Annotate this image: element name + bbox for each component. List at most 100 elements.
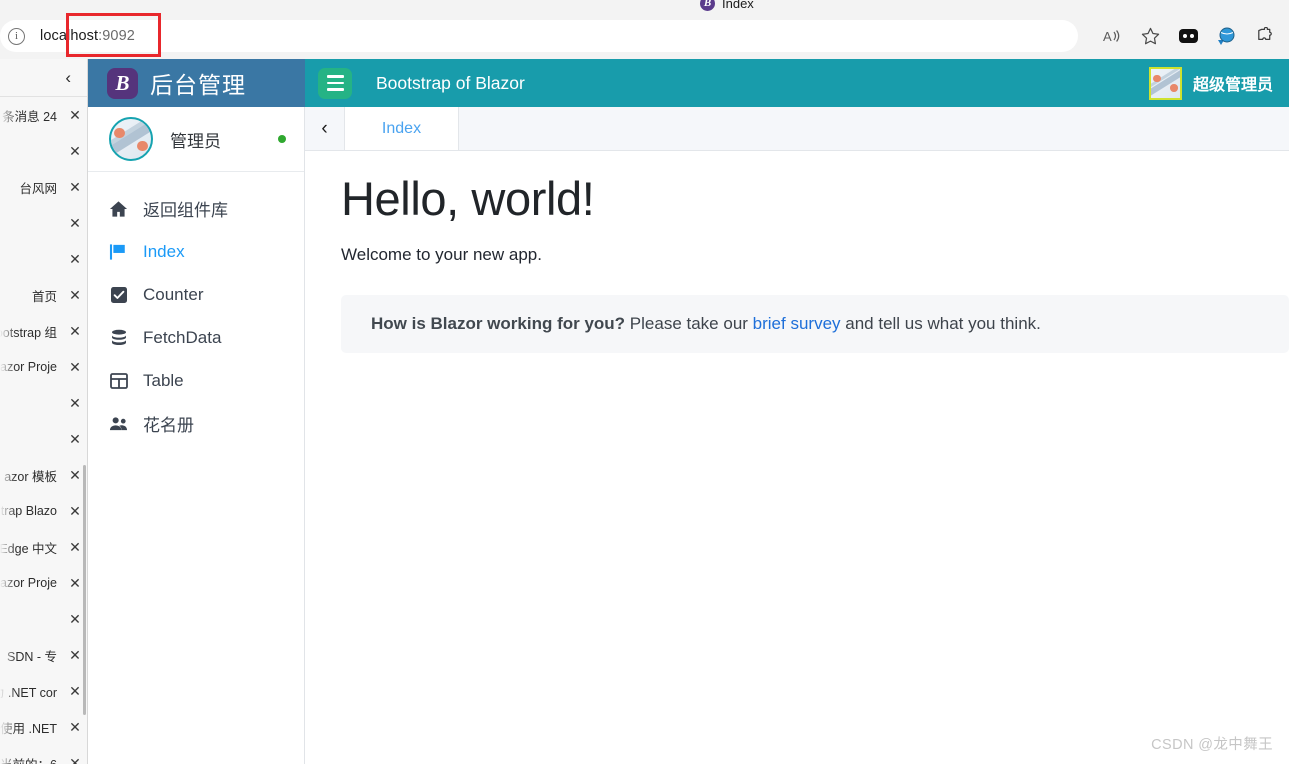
survey-alert-bold: How is Blazor working for you? (371, 313, 626, 333)
chevron-left-icon[interactable]: ‹ (305, 107, 345, 150)
browser-vertical-tab[interactable]: 台风网 ✕ (0, 169, 87, 205)
site-info-icon[interactable]: i (8, 27, 25, 45)
browser-vertical-tab-label: azor 模板 (4, 469, 57, 484)
browser-vertical-tab[interactable]: SDN - 专 ✕ (0, 637, 87, 673)
close-icon[interactable]: ✕ (63, 215, 87, 232)
home-icon (109, 199, 128, 218)
browser-vertical-tab-label: 使用 .NET (0, 721, 57, 736)
browser-vertical-tab[interactable]: ✕ (0, 133, 87, 169)
status-online-dot (278, 135, 286, 143)
browser-vertical-tab-label: 台风网 (19, 181, 57, 196)
close-icon[interactable]: ✕ (63, 251, 87, 268)
app-brand[interactable]: B 后台管理 (88, 59, 305, 107)
brief-survey-link[interactable]: brief survey (753, 314, 841, 333)
browser-vertical-tab[interactable]: 6：当前的 ✕ (0, 745, 87, 764)
browser-vertical-tab[interactable]: ✕ (0, 205, 87, 241)
browser-vertical-tab[interactable]: azor Proje ✕ (0, 565, 87, 601)
browser-vertical-tab[interactable]: trap Blazo ✕ (0, 493, 87, 529)
vertical-tab-list: 24 条消息 ✕ ✕ 台风网 ✕ ✕ ✕ 首页 ✕ ootstrap 组 ✕ azor Proje ✕ ✕… (0, 97, 87, 764)
browser-vertical-tab[interactable]: 为 .NET cor✕ (0, 673, 87, 709)
browser-vertical-tab[interactable]: ✕ (0, 601, 87, 637)
browser-tab-index[interactable]: B Index (700, 0, 754, 11)
browser-vertical-tab[interactable]: azor Proje ✕ (0, 349, 87, 385)
extensions-puzzle-icon[interactable] (1245, 20, 1283, 52)
browser-vertical-tab[interactable]: ✕ (0, 385, 87, 421)
table-grid-icon (109, 371, 128, 390)
close-icon[interactable]: ✕ (63, 755, 87, 764)
tab-index[interactable]: Index (345, 107, 459, 150)
close-icon[interactable]: ✕ (63, 107, 87, 124)
toolbar-icon-group: A (1093, 20, 1283, 52)
hamburger-icon[interactable] (318, 67, 352, 99)
screenshot-root: B Index i localhost:9092 A ‹ 24 条消息 ✕ ✕ … (0, 0, 1289, 764)
browser-vertical-tab-label: 6：当前的 (0, 754, 59, 764)
browser-vertical-tab-label: 首页 (31, 289, 57, 304)
close-icon[interactable]: ✕ (63, 323, 87, 340)
topbar-user[interactable]: 超级管理员 (1148, 66, 1273, 100)
sidebar-user[interactable]: 管理员 (88, 107, 304, 172)
sidebar-avatar (109, 117, 153, 161)
topbar-user-name: 超级管理员 (1192, 77, 1273, 94)
browser-vertical-tab[interactable]: ✕ (0, 421, 87, 457)
browser-vertical-tab-label: azor Proje (0, 360, 57, 374)
survey-alert: How is Blazor working for you? Please ta… (341, 294, 1289, 353)
app-body: 管理员 返回组件库 Index Counter FetchData Table 花名册 ‹… (88, 107, 1289, 764)
svg-text:A: A (1103, 29, 1112, 44)
sidebar-item-返回组件库[interactable]: 返回组件库 (88, 187, 304, 230)
extension-dark-icon[interactable] (1169, 20, 1207, 52)
check-square-icon (109, 285, 128, 304)
close-icon[interactable]: ✕ (63, 179, 87, 196)
survey-alert-before: Please take our (625, 313, 753, 333)
tab-favicon-icon: B (700, 0, 715, 11)
sidebar-user-name: 管理员 (170, 131, 221, 151)
app-topbar: Bootstrap of Blazor 超级管理员 (305, 59, 1289, 107)
database-icon (109, 328, 128, 347)
browser-vertical-tab-label: 为 .NET cor (0, 685, 57, 700)
close-icon[interactable]: ✕ (63, 719, 87, 736)
sidebar-item-fetchdata[interactable]: FetchData (88, 316, 304, 359)
idm-download-icon[interactable] (1207, 20, 1245, 52)
browser-vertical-tab[interactable]: ✕ (0, 241, 87, 277)
app-sidebar: 管理员 返回组件库 Index Counter FetchData Table 花名册 (88, 107, 305, 764)
annotation-rectangle (66, 13, 161, 57)
page-tabbar: ‹ Index (305, 107, 1289, 151)
sidebar-item-table[interactable]: Table (88, 359, 304, 402)
browser-vertical-tab[interactable]: 首页 ✕ (0, 277, 87, 313)
brand-title: 后台管理 (150, 72, 246, 98)
close-icon[interactable]: ✕ (63, 143, 87, 160)
close-icon[interactable]: ✕ (63, 431, 87, 448)
sidebar-item-label: Table (143, 370, 184, 390)
sidebar-item-counter[interactable]: Counter (88, 273, 304, 316)
watermark: CSDN @龙中舞王 (1151, 737, 1273, 753)
browser-tab-title: Index (722, 0, 754, 11)
app-main-pane: ‹ Index Hello, world! Welcome to your ne… (305, 107, 1289, 764)
vertical-tabs-collapse-button[interactable]: ‹ (0, 59, 87, 97)
topbar-title: Bootstrap of Blazor (376, 72, 525, 93)
favorites-star-icon[interactable] (1131, 20, 1169, 52)
browser-vertical-tab-label: 24 条消息 (2, 109, 57, 124)
read-aloud-icon[interactable]: A (1093, 20, 1131, 52)
browser-vertical-tab[interactable]: 24 条消息 ✕ (0, 97, 87, 133)
browser-vertical-tab[interactable]: 使用 .NET ✕ (0, 709, 87, 745)
browser-vertical-tab-label: SDN - 专 (6, 649, 57, 664)
flag-icon (109, 242, 128, 261)
vertical-tabs-panel: ‹ 24 条消息 ✕ ✕ 台风网 ✕ ✕ ✕ 首页 ✕ ootstrap 组 ✕ azor Proje… (0, 59, 88, 764)
browser-vertical-tab[interactable]: ootstrap 组 ✕ (0, 313, 87, 349)
address-bar[interactable]: i localhost:9092 (0, 20, 1078, 52)
page-title: Hello, world! (341, 172, 595, 225)
browser-vertical-tab-label: Edge 中文 (0, 541, 57, 556)
sidebar-item-label: Index (143, 241, 185, 261)
sidebar-menu: 返回组件库 Index Counter FetchData Table 花名册 (88, 172, 304, 445)
tabbar-empty-space (459, 107, 1289, 150)
close-icon[interactable]: ✕ (63, 359, 87, 376)
vertical-tabs-scrollbar[interactable] (83, 465, 86, 715)
sidebar-item-花名册[interactable]: 花名册 (88, 402, 304, 445)
browser-vertical-tab-label: trap Blazo (0, 504, 57, 518)
chevron-left-icon: ‹ (65, 68, 71, 87)
browser-vertical-tab[interactable]: azor 模板 ✕ (0, 457, 87, 493)
sidebar-item-index[interactable]: Index (88, 230, 304, 273)
close-icon[interactable]: ✕ (63, 395, 87, 412)
blazor-app: B 后台管理 Bootstrap of Blazor 超级管理员 管理员 返回组… (88, 59, 1289, 764)
close-icon[interactable]: ✕ (63, 287, 87, 304)
browser-vertical-tab[interactable]: Edge 中文 ✕ (0, 529, 87, 565)
